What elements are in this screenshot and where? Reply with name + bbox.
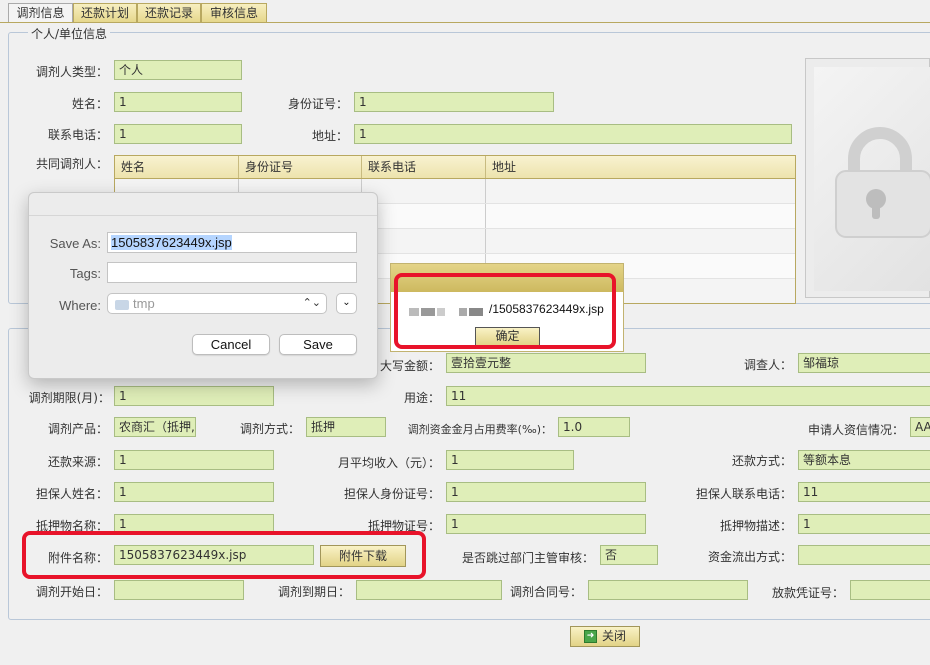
close-label: 关闭 (601, 629, 626, 643)
monthly-income-label: 月平均收入（元）： (337, 456, 440, 470)
guarantor-phone-label: 担保人联系电话： (695, 487, 792, 501)
skip-review-field[interactable]: 否 (600, 545, 658, 565)
save-as-label: Save As: (49, 236, 101, 251)
guarantor-id-field[interactable]: 1 (446, 482, 646, 502)
attachment-highlight (22, 531, 426, 579)
col-id[interactable]: 身份证号 (239, 156, 362, 178)
method-label: 调剂方式： (239, 422, 300, 436)
contract-no-field[interactable] (588, 580, 748, 600)
tab-repayment-plan[interactable]: 还款计划 (73, 3, 137, 22)
end-date-field[interactable] (356, 580, 502, 600)
period-label: 调剂期限(月)： (28, 391, 110, 405)
repayment-method-label: 还款方式： (731, 454, 792, 468)
amount-words-field[interactable]: 壹拾壹元整 (446, 353, 646, 373)
alert-highlight (394, 273, 616, 349)
period-field[interactable]: 1 (114, 386, 274, 406)
name-field[interactable]: 1 (114, 92, 242, 112)
monthly-income-field[interactable]: 1 (446, 450, 574, 470)
photo-frame (805, 58, 930, 298)
expand-button[interactable]: ⌄ (336, 293, 357, 314)
guarantor-id-label: 担保人身份证号： (343, 487, 440, 501)
credit-label: 申请人资信情况： (807, 423, 904, 437)
cancel-button[interactable]: Cancel (192, 334, 270, 355)
folder-icon (115, 299, 129, 310)
collateral-desc-field[interactable]: 1 (798, 514, 930, 534)
col-name[interactable]: 姓名 (115, 156, 239, 178)
where-value: tmp (133, 296, 155, 311)
investigator-label: 调查人： (743, 358, 792, 372)
type-field[interactable]: 个人 (114, 60, 242, 80)
filename-selection: 1505837623449x.jsp (111, 235, 232, 250)
address-field[interactable]: 1 (354, 124, 792, 144)
tab-audit-info[interactable]: 审核信息 (201, 3, 267, 22)
guarantor-phone-field[interactable]: 11 (798, 482, 930, 502)
purpose-field[interactable]: 11 (446, 386, 930, 406)
co-borrower-label: 共同调剂人： (35, 157, 108, 171)
collateral-desc-label: 抵押物描述： (719, 519, 792, 533)
id-label: 身份证号： (287, 97, 348, 111)
purpose-label: 用途： (403, 391, 440, 405)
guarantor-name-label: 担保人姓名： (35, 487, 108, 501)
guarantor-name-field[interactable]: 1 (114, 482, 274, 502)
close-button[interactable]: ➜ 关闭 (570, 626, 640, 647)
collateral-cert-field[interactable]: 1 (446, 514, 646, 534)
start-date-field[interactable] (114, 580, 244, 600)
investigator-field[interactable]: 邹福琼 (798, 353, 930, 373)
chevron-down-icon: ⌄ (342, 297, 351, 308)
product-field[interactable]: 农商汇（抵押, (114, 417, 196, 437)
voucher-no-field[interactable] (850, 580, 930, 600)
credit-field[interactable]: AA (910, 417, 930, 437)
where-label: Where: (59, 298, 101, 313)
name-label: 姓名： (71, 97, 108, 111)
save-dialog-titlebar (29, 193, 377, 216)
address-label: 地址： (311, 129, 348, 143)
phone-field[interactable]: 1 (114, 124, 242, 144)
rate-field[interactable]: 1.0 (558, 417, 630, 437)
rate-label: 调剂资金金月占用费率(‰)： (407, 423, 552, 436)
voucher-no-label: 放款凭证号： (771, 586, 844, 600)
type-label: 调剂人类型： (35, 65, 108, 79)
save-button[interactable]: Save (279, 334, 357, 355)
col-phone[interactable]: 联系电话 (362, 156, 486, 178)
col-address[interactable]: 地址 (486, 156, 793, 178)
repayment-method-field[interactable]: 等额本息 (798, 450, 930, 470)
tab-loan-info[interactable]: 调剂信息 (8, 3, 73, 22)
exit-icon: ➜ (583, 630, 597, 643)
tags-input[interactable] (107, 262, 357, 283)
updown-chevron-icon: ⌃⌄ (302, 297, 321, 309)
skip-review-label: 是否跳过部门主管审核： (461, 551, 594, 565)
method-field[interactable]: 抵押 (306, 417, 386, 437)
repayment-source-field[interactable]: 1 (114, 450, 274, 470)
end-date-label: 调剂到期日： (277, 585, 350, 599)
tab-repayment-records[interactable]: 还款记录 (137, 3, 201, 22)
tags-label: Tags: (69, 266, 101, 281)
table-header: 姓名 身份证号 联系电话 地址 (115, 156, 795, 179)
id-field[interactable]: 1 (354, 92, 554, 112)
save-dialog: Save As: 1505837623449x.jsp Tags: Where:… (28, 192, 378, 379)
contract-no-label: 调剂合同号： (509, 585, 582, 599)
tab-divider (0, 22, 930, 23)
product-label: 调剂产品： (47, 422, 108, 436)
save-as-input[interactable]: 1505837623449x.jsp (107, 232, 357, 253)
phone-label: 联系电话： (47, 128, 108, 142)
fund-outflow-field[interactable] (798, 545, 930, 565)
where-select[interactable]: tmp ⌃⌄ (107, 293, 327, 314)
repayment-source-label: 还款来源： (47, 455, 108, 469)
lock-icon (835, 127, 930, 238)
fund-outflow-label: 资金流出方式： (707, 550, 792, 564)
start-date-label: 调剂开始日： (35, 585, 108, 599)
personal-info-legend: 个人/单位信息 (28, 25, 111, 42)
